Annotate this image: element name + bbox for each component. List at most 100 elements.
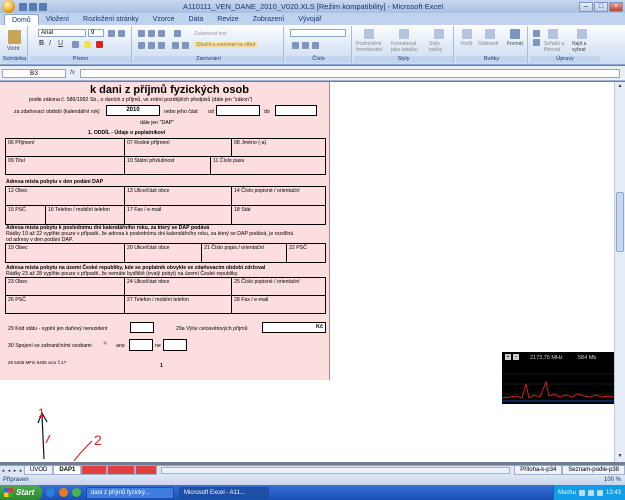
font-size-select[interactable]: 9 xyxy=(88,29,104,37)
field-20[interactable]: 20 Ulice/část obce xyxy=(124,243,202,263)
delete-cells-icon[interactable] xyxy=(485,29,495,39)
scroll-thumb[interactable] xyxy=(616,192,624,252)
save-icon[interactable] xyxy=(19,2,27,11)
yes-field[interactable] xyxy=(129,339,153,351)
tab-home[interactable]: Domů xyxy=(4,14,39,25)
field-10[interactable]: 10 Státní příslušnost xyxy=(124,156,211,175)
percent-icon[interactable] xyxy=(302,42,309,49)
minimize-button[interactable]: – xyxy=(579,1,593,12)
field-29-input[interactable] xyxy=(130,322,154,333)
number-format-select[interactable] xyxy=(290,29,346,37)
align-left-icon[interactable] xyxy=(138,42,145,49)
comma-icon[interactable] xyxy=(312,42,319,49)
tab-view[interactable]: Zobrazení xyxy=(246,14,292,25)
format-table-icon[interactable] xyxy=(399,29,409,39)
fill-icon[interactable] xyxy=(533,39,540,46)
clock[interactable]: 13:43 xyxy=(606,490,621,496)
field-06[interactable]: 06 Příjmení xyxy=(5,138,125,157)
empty-cells-area[interactable] xyxy=(331,82,614,462)
sheet-tab-hidden-2[interactable] xyxy=(107,466,136,475)
language-indicator[interactable]: Mochu xyxy=(558,490,576,496)
borders-icon[interactable] xyxy=(72,41,79,48)
sheet-tab-seznam[interactable]: Seznam-podle-p38 xyxy=(562,466,625,475)
tab-developer[interactable]: Vývojář xyxy=(291,14,328,25)
year-field[interactable]: 2010 xyxy=(106,105,160,116)
scroll-up-icon[interactable]: ▲ xyxy=(616,83,624,91)
firefox-icon[interactable] xyxy=(59,488,68,497)
network-icon[interactable] xyxy=(578,489,585,496)
sort-filter-button[interactable]: Seřadit a filtrovat xyxy=(544,41,566,53)
from-field[interactable] xyxy=(216,105,260,116)
field-25[interactable]: 25 Číslo popisné / orientační xyxy=(231,277,326,296)
task-excel[interactable]: Microsoft Excel - A11... xyxy=(179,486,269,499)
sum-icon[interactable] xyxy=(533,30,540,37)
volume-icon[interactable] xyxy=(587,489,594,496)
field-07[interactable]: 07 Rodné příjmení xyxy=(124,138,232,157)
sort-filter-icon[interactable] xyxy=(548,29,558,39)
delete-cells-button[interactable]: Odstranit xyxy=(478,41,498,47)
field-13[interactable]: 13 Ulice/část obce xyxy=(124,186,232,206)
conditional-format-button[interactable]: Podmíněné formátování xyxy=(356,41,389,53)
field-21[interactable]: 21 Číslo popis./ orientační xyxy=(201,243,287,263)
font-color-icon[interactable] xyxy=(96,41,103,48)
increase-indent-icon[interactable] xyxy=(182,42,189,49)
chrome-icon[interactable] xyxy=(72,488,81,497)
sheet-tab-hidden-1[interactable] xyxy=(81,466,108,475)
wrap-text-button[interactable]: Zalamovat text xyxy=(194,31,227,37)
align-right-icon[interactable] xyxy=(158,42,165,49)
bold-icon[interactable]: B xyxy=(39,40,44,47)
field-09[interactable]: 09 Titul xyxy=(5,156,125,175)
vertical-scrollbar[interactable]: ▲ ▼ xyxy=(614,82,625,462)
tab-data[interactable]: Data xyxy=(181,14,210,25)
align-bottom-icon[interactable] xyxy=(158,30,165,37)
merge-center-button[interactable]: Sloučit a zarovnat na střed xyxy=(194,42,258,48)
font-name-select[interactable]: Arial xyxy=(38,29,86,37)
decrease-indent-icon[interactable] xyxy=(172,42,179,49)
insert-cells-icon[interactable] xyxy=(462,29,472,39)
tab-insert[interactable]: Vložení xyxy=(39,14,76,25)
no-field[interactable] xyxy=(163,339,187,351)
fx-icon[interactable]: fx xyxy=(70,69,75,76)
redo-icon[interactable] xyxy=(39,2,47,11)
field-24[interactable]: 24 Ulice/část obce xyxy=(124,277,232,296)
currency-icon[interactable] xyxy=(292,42,299,49)
field-08[interactable]: 08 Jméno (-a) xyxy=(231,138,326,157)
undo-icon[interactable] xyxy=(29,2,37,11)
insert-cells-button[interactable]: Vložit xyxy=(460,41,472,47)
start-button[interactable]: Start xyxy=(0,485,42,500)
field-12[interactable]: 12 Obec xyxy=(5,186,125,206)
paste-button[interactable]: Vložit xyxy=(7,46,19,52)
field-17[interactable]: 17 Fax / e-mail xyxy=(124,205,232,225)
sheet-tab-priloha[interactable]: Příloha-k-p34 xyxy=(514,466,563,475)
to-field[interactable] xyxy=(275,105,317,116)
find-select-icon[interactable] xyxy=(577,29,587,39)
underline-icon[interactable]: U xyxy=(58,40,63,47)
sheet-tab-hidden-3[interactable] xyxy=(135,466,158,475)
task-browser[interactable]: dani z příjmů fyzický... xyxy=(86,486,174,499)
align-top-icon[interactable] xyxy=(138,30,145,37)
tab-formulas[interactable]: Vzorce xyxy=(146,14,182,25)
cell-styles-icon[interactable] xyxy=(434,29,444,39)
field-26[interactable]: 26 PSČ xyxy=(5,295,125,314)
fill-color-icon[interactable] xyxy=(84,41,91,48)
shrink-font-icon[interactable] xyxy=(118,30,125,37)
field-23[interactable]: 23 Obec xyxy=(5,277,125,296)
conditional-format-icon[interactable] xyxy=(364,29,374,39)
close-button[interactable]: × xyxy=(609,1,623,12)
scroll-down-icon[interactable]: ▼ xyxy=(616,453,624,461)
tab-page-layout[interactable]: Rozložení stránky xyxy=(76,14,146,25)
italic-icon[interactable]: I xyxy=(49,40,51,47)
maximize-button[interactable]: □ xyxy=(594,1,608,12)
format-cells-button[interactable]: Formát xyxy=(507,41,523,47)
align-center-icon[interactable] xyxy=(148,42,155,49)
field-16[interactable]: 16 Telefon / mobilní telefon xyxy=(45,205,125,225)
sheet-tab-uvod[interactable]: ÚVOD xyxy=(24,466,54,475)
browser-icon[interactable] xyxy=(46,488,55,497)
field-18[interactable]: 18 Stát xyxy=(231,205,326,225)
find-select-button[interactable]: Najít a vybrat xyxy=(572,41,596,53)
security-icon[interactable] xyxy=(596,489,603,496)
formula-input[interactable] xyxy=(80,69,620,78)
field-29a-input[interactable]: Kč xyxy=(262,322,326,333)
name-box[interactable]: B3 xyxy=(2,69,66,78)
tab-review[interactable]: Revize xyxy=(210,14,245,25)
